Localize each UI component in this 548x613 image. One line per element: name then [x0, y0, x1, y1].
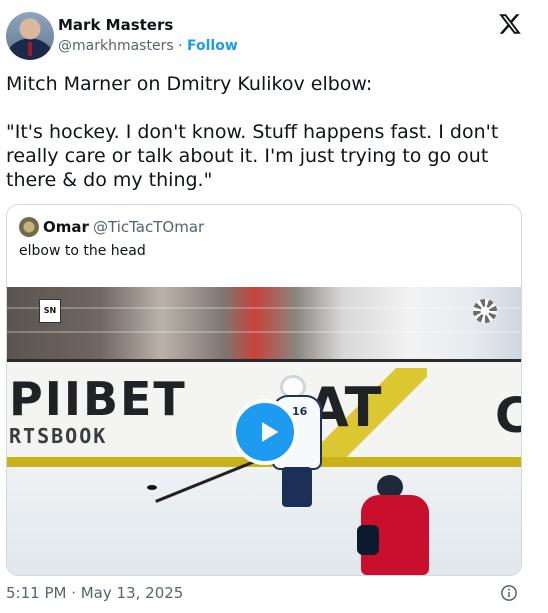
info-icon[interactable] — [500, 584, 518, 602]
author-avatar[interactable] — [6, 12, 54, 60]
board-ad-text: PIIBET — [9, 372, 187, 426]
quoted-author-handle[interactable]: @TicTacTOmar — [93, 218, 204, 236]
player-red-jersey — [357, 475, 437, 575]
tweet-text: Mitch Marner on Dmitry Kulikov elbow: "I… — [6, 73, 499, 191]
meta-separator: · — [178, 38, 183, 54]
play-icon — [262, 422, 279, 442]
quoted-tweet-text: elbow to the head — [19, 243, 146, 259]
sportsnet-logo: SN — [39, 299, 61, 323]
author-handle[interactable]: @markhmasters — [58, 38, 174, 54]
board-ad-far-right: C — [495, 388, 521, 444]
play-button[interactable] — [232, 399, 298, 465]
author-name[interactable]: Mark Masters — [58, 16, 173, 34]
puck — [147, 485, 157, 490]
quoted-author-name[interactable]: Omar — [43, 218, 89, 236]
tweet-embed-card: Mark Masters @markhmasters · Follow Mitc… — [0, 0, 540, 613]
board-ad-subtext: RTSBOOK — [9, 424, 108, 448]
quoted-tweet[interactable]: Omar @TicTacTOmar elbow to the head PIIB… — [6, 204, 522, 576]
video-thumbnail[interactable]: PIIBET RTSBOOK AT C 16 SN — [7, 287, 521, 575]
quoted-author-avatar[interactable] — [19, 217, 39, 237]
follow-button[interactable]: Follow — [187, 38, 238, 54]
tweet-header: Mark Masters @markhmasters · Follow — [6, 10, 536, 62]
crowd-background — [7, 287, 521, 362]
cbc-logo-icon — [473, 299, 497, 323]
tweet-timestamp[interactable]: 5:11 PM · May 13, 2025 — [6, 584, 183, 602]
author-meta: @markhmasters · Follow — [58, 38, 238, 54]
x-logo-icon[interactable] — [498, 12, 522, 36]
